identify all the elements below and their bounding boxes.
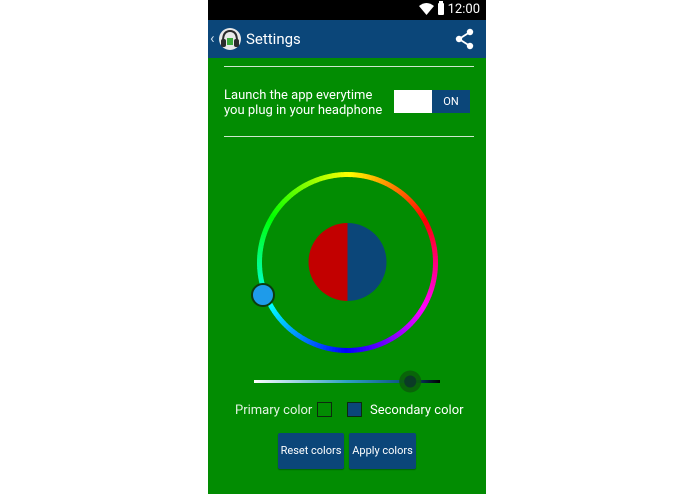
wifi-icon (419, 3, 434, 15)
toggle-on-label[interactable]: ON (432, 90, 470, 113)
share-icon[interactable] (454, 28, 476, 50)
battery-icon (438, 1, 444, 15)
status-time: 12:00 (447, 2, 480, 17)
primary-color-radio[interactable] (317, 402, 332, 417)
hue-handle[interactable] (251, 283, 275, 307)
secondary-color-label[interactable]: Secondary color (370, 403, 464, 418)
color-selection-row: Primary color Secondary color (208, 400, 486, 420)
page-title: Settings (246, 30, 301, 48)
back-chevron-icon[interactable]: ‹ (210, 29, 215, 47)
brightness-slider[interactable] (252, 370, 442, 394)
status-bar: 12:00 (208, 0, 486, 20)
divider (224, 136, 474, 137)
color-wheel[interactable] (250, 165, 445, 360)
action-bar: ‹ Settings (208, 20, 486, 58)
toggle-off-segment[interactable] (394, 90, 432, 113)
apply-colors-button[interactable]: Apply colors (349, 433, 416, 469)
secondary-half-circle (347, 223, 387, 301)
launch-toggle[interactable]: ON (394, 90, 470, 113)
launch-setting-label: Launch the app everytime you plug in you… (224, 88, 383, 118)
slider-thumb[interactable] (404, 375, 417, 388)
phone-screen: 12:00 ‹ Settings Launch the app everytim… (208, 0, 486, 494)
primary-color-label[interactable]: Primary color (235, 403, 312, 418)
primary-half-circle (308, 223, 348, 301)
reset-colors-button[interactable]: Reset colors (278, 433, 344, 469)
app-headphone-icon[interactable] (218, 26, 242, 52)
divider (224, 66, 474, 67)
secondary-color-radio[interactable] (347, 402, 362, 417)
